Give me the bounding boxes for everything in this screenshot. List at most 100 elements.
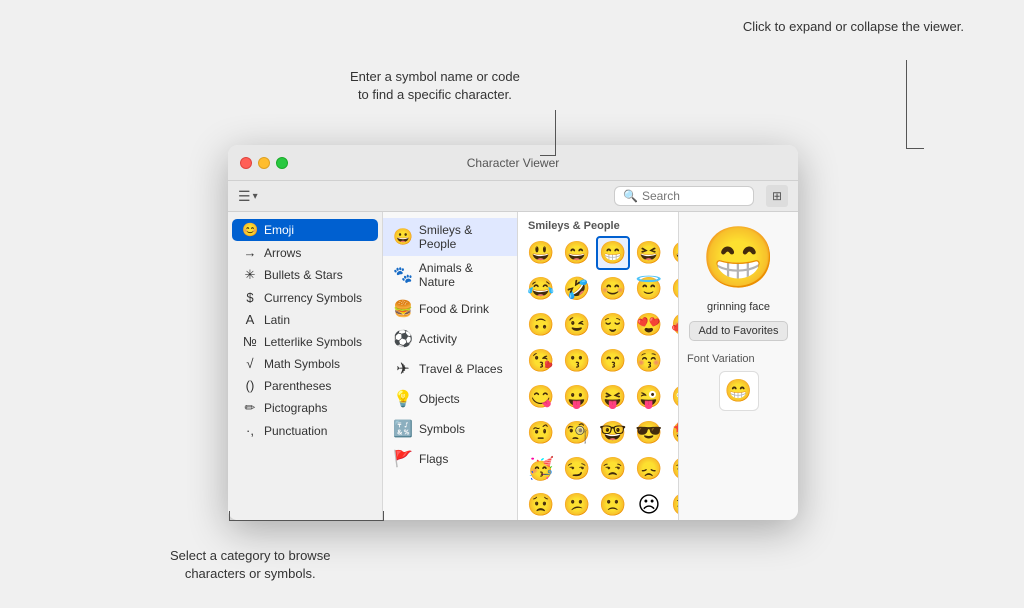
sidebar-item-arrows[interactable]: →Arrows [232,242,378,263]
sidebar-item-icon: 😊 [242,222,258,238]
emoji-cell[interactable]: 🥳 [524,452,558,486]
expand-line-h [906,148,924,149]
category-annotation-text: Select a category to browse characters o… [170,548,330,581]
category-list: 😀 Smileys & People 🐾Animals & Nature 🍔 Food … [383,212,518,520]
search-input[interactable] [642,189,745,203]
emoji-cell[interactable]: 😂 [524,272,558,306]
emoji-cell[interactable]: 🧐 [560,416,594,450]
emoji-cell[interactable]: 😛 [560,380,594,414]
sidebar-item-parentheses[interactable]: () Parentheses [232,375,378,396]
emoji-area: Smileys & People 😃😄😁😆😅 😂🤣😊😇🙂 🙃😉😌😍🥰 😘😗😙😚☺ 😋😛😝… [518,212,678,520]
category-item-flags[interactable]: 🚩 Flags [383,444,517,474]
category-icon: 🍔 [393,299,413,319]
emoji-cell[interactable]: 😅 [668,236,678,270]
emoji-cell[interactable]: ☹ [632,488,666,520]
emoji-cell[interactable]: 😊 [596,272,630,306]
emoji-cell[interactable]: ☺ [668,344,678,378]
sidebar-item-icon: № [242,334,258,349]
sidebar-item-icon: () [242,378,258,393]
sidebar-item-icon: ✳ [242,267,258,283]
category-item-activity[interactable]: ⚽Activity [383,324,517,354]
sidebar-toggle-icon: ☰ [238,188,251,205]
category-item-symbols[interactable]: 🔣Symbols [383,414,517,444]
category-item-food--drink[interactable]: 🍔 Food & Drink [383,294,517,324]
sidebar-item-icon: A [242,312,258,327]
category-label: Objects [419,392,460,406]
emoji-cell[interactable]: 😌 [596,308,630,342]
emoji-cell[interactable]: 🤨 [524,416,558,450]
category-item-objects[interactable]: 💡Objects [383,384,517,414]
emoji-cell[interactable]: 😏 [560,452,594,486]
emoji-cell[interactable]: 😃 [524,236,558,270]
emoji-cell[interactable]: 😝 [596,380,630,414]
emoji-cell[interactable]: 😜 [632,380,666,414]
category-label: Food & Drink [419,302,489,316]
left-sidebar: 😊Emoji→Arrows ✳ Bullets & Stars $Currency S… [228,212,383,520]
traffic-lights [240,157,288,169]
sidebar-item-emoji[interactable]: 😊Emoji [232,219,378,241]
emoji-cell[interactable]: 😎 [632,416,666,450]
sidebar-item-latin[interactable]: ALatin [232,309,378,330]
category-item-smileys--people[interactable]: 😀 Smileys & People [383,218,517,256]
emoji-cell[interactable]: 😄 [560,236,594,270]
category-label: Travel & Places [419,362,503,376]
sidebar-item-currency-symbols[interactable]: $Currency Symbols [232,287,378,308]
emoji-cell[interactable]: 😕 [560,488,594,520]
titlebar: Character Viewer [228,145,798,181]
emoji-cell[interactable]: 😗 [560,344,594,378]
emoji-cell[interactable]: 😒 [596,452,630,486]
sidebar-toggle-button[interactable]: ☰ ▾ [238,188,258,205]
category-item-travel--places[interactable]: ✈ Travel & Places [383,354,517,384]
category-label: Flags [419,452,448,466]
sidebar-item-math-symbols[interactable]: √Math Symbols [232,353,378,374]
sidebar-item-pictographs[interactable]: ✏Pictographs [232,397,378,419]
emoji-cell[interactable]: 🙃 [524,308,558,342]
detail-name: grinning face [707,301,770,313]
search-bar[interactable]: 🔍 [614,186,754,206]
emoji-cell[interactable]: 😉 [560,308,594,342]
emoji-cell[interactable]: 🤣 [560,272,594,306]
expand-line [906,60,907,148]
emoji-cell[interactable]: 😆 [632,236,666,270]
sidebar-item-bullets--stars[interactable]: ✳ Bullets & Stars [232,264,378,286]
category-icon: 🚩 [393,449,413,469]
window-title: Character Viewer [467,156,559,170]
category-item-animals--nature[interactable]: 🐾Animals & Nature [383,256,517,294]
sidebar-item-letterlike-symbols[interactable]: №Letterlike Symbols [232,331,378,352]
minimize-button[interactable] [258,157,270,169]
sidebar-item-icon: $ [242,290,258,305]
emoji-cell[interactable]: 🤩 [668,416,678,450]
emoji-cell[interactable]: 😣 [668,488,678,520]
sidebar-item-icon: → [242,245,258,260]
category-icon: 😀 [393,227,413,247]
emoji-cell[interactable]: 🤪 [668,380,678,414]
sidebar-item-punctuation[interactable]: ·,Punctuation [232,420,378,441]
sidebar-item-label: Parentheses [264,379,331,393]
emoji-section-title: Smileys & People [524,218,672,236]
sidebar-item-label: Bullets & Stars [264,268,343,282]
emoji-cell[interactable]: 🥰 [668,308,678,342]
category-label: Smileys & People [419,223,507,251]
emoji-cell[interactable]: 😟 [524,488,558,520]
emoji-cell[interactable]: 😙 [596,344,630,378]
emoji-cell[interactable]: 😚 [632,344,666,378]
emoji-cell[interactable]: 🙁 [596,488,630,520]
emoji-cell[interactable]: 😇 [632,272,666,306]
close-button[interactable] [240,157,252,169]
emoji-cell[interactable]: 😞 [632,452,666,486]
expand-collapse-button[interactable]: ⊞ [766,185,788,207]
fullscreen-button[interactable] [276,157,288,169]
font-variation-label: Font Variation [687,353,755,365]
category-icon: ✈ [393,359,413,379]
emoji-cell[interactable]: 😍 [632,308,666,342]
emoji-cell[interactable]: 😋 [524,380,558,414]
sidebar-item-icon: √ [242,356,258,371]
emoji-cell[interactable]: 🤓 [596,416,630,450]
emoji-cell[interactable]: 😘 [524,344,558,378]
emoji-cell[interactable]: 🙂 [668,272,678,306]
add-favorites-button[interactable]: Add to Favorites [689,321,787,341]
search-annotation: Enter a symbol name or code to find a sp… [350,68,520,104]
emoji-cell[interactable]: 😁 [596,236,630,270]
emoji-cell[interactable]: 😔 [668,452,678,486]
category-annotation: Select a category to browse characters o… [170,547,330,583]
